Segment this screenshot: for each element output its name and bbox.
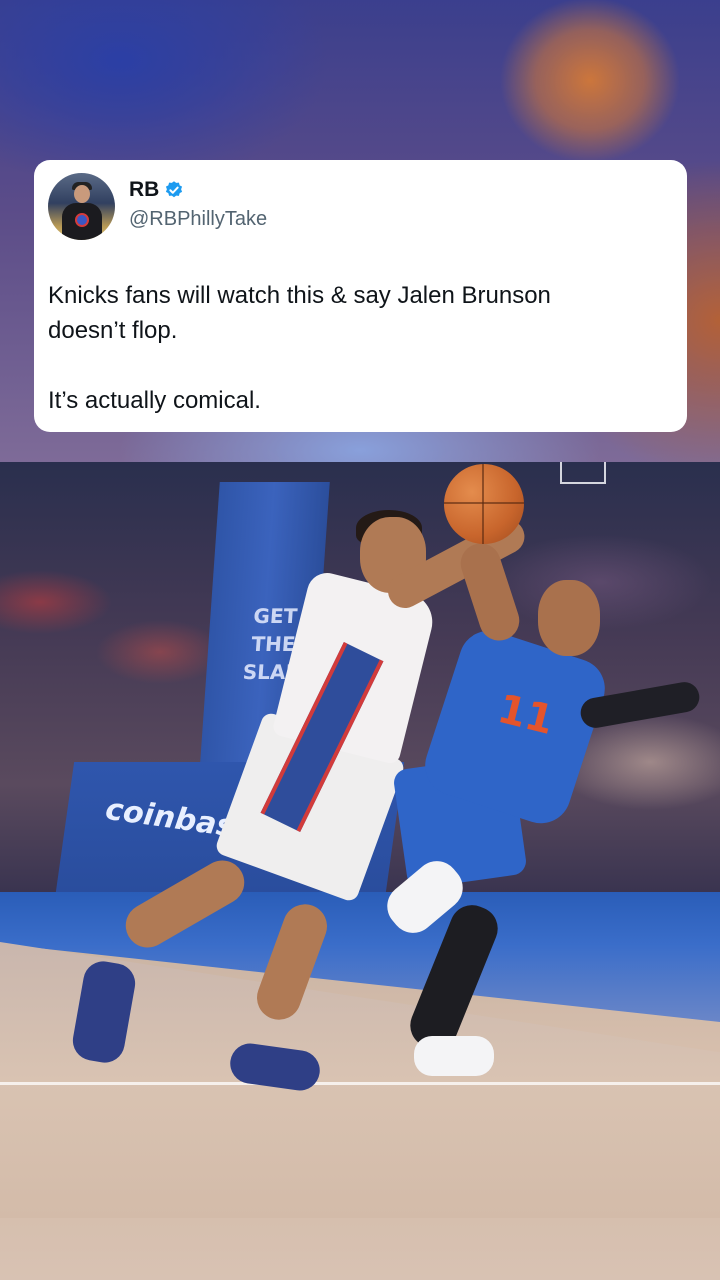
tweet-card[interactable]: RB @RBPhillyTake Knicks fans will watch … [34, 160, 687, 432]
basketball [444, 464, 524, 544]
avatar[interactable] [48, 173, 115, 240]
display-name[interactable]: RB [129, 178, 159, 202]
tweet-header: RB @RBPhillyTake [48, 173, 673, 240]
verified-badge-icon [164, 180, 184, 200]
avatar-shirt-logo [75, 213, 89, 227]
hoop-net [560, 462, 606, 484]
user-handle[interactable]: @RBPhillyTake [129, 206, 267, 232]
name-row: RB [129, 178, 267, 202]
avatar-head [74, 185, 90, 203]
video-frame[interactable]: GET THE SLAP coinbase 11 [0, 462, 720, 1218]
player-blue-head [538, 580, 600, 656]
blurred-background-bottom [0, 1218, 720, 1280]
player-blue-planted-shoe [414, 1036, 494, 1076]
tweet-text: Knicks fans will watch this & say Jalen … [48, 282, 551, 414]
court-line [0, 1082, 720, 1085]
user-info: RB @RBPhillyTake [129, 173, 267, 232]
